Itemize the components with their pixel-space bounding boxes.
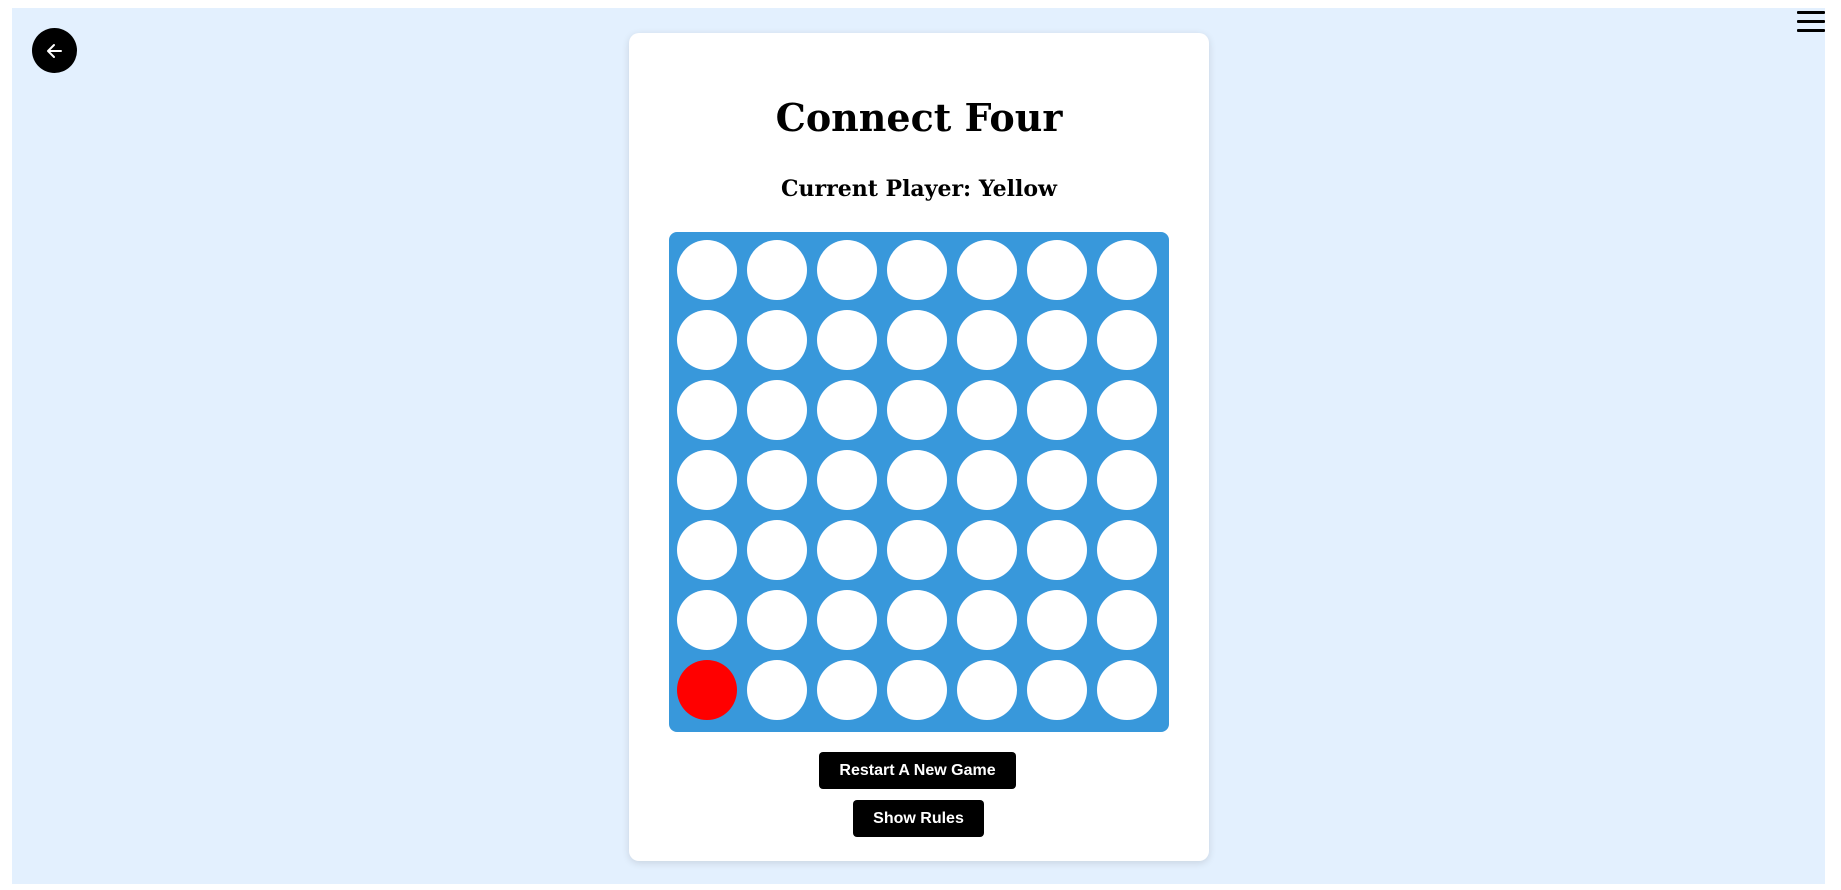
board-cell-r6-c1[interactable] xyxy=(677,590,737,650)
board-cell-r7-c2[interactable] xyxy=(747,660,807,720)
board-cell-r5-c6[interactable] xyxy=(1027,520,1087,580)
board-cell-r1-c1[interactable] xyxy=(677,240,737,300)
board-cell-r7-c5[interactable] xyxy=(957,660,1017,720)
board-cell-r5-c1[interactable] xyxy=(677,520,737,580)
board-cell-r2-c7[interactable] xyxy=(1097,310,1157,370)
board-cell-r5-c2[interactable] xyxy=(747,520,807,580)
current-player-status: Current Player: Yellow xyxy=(781,176,1057,202)
board-cell-r2-c2[interactable] xyxy=(747,310,807,370)
board-cell-r6-c4[interactable] xyxy=(887,590,947,650)
board-cell-r3-c3[interactable] xyxy=(817,380,877,440)
board-cell-r6-c2[interactable] xyxy=(747,590,807,650)
restart-game-button[interactable]: Restart A New Game xyxy=(819,752,1016,789)
board-cell-r3-c4[interactable] xyxy=(887,380,947,440)
board-cell-r4-c1[interactable] xyxy=(677,450,737,510)
board-cell-r6-c6[interactable] xyxy=(1027,590,1087,650)
board-cell-r4-c3[interactable] xyxy=(817,450,877,510)
page-title: Connect Four xyxy=(775,95,1063,140)
board-cell-r2-c6[interactable] xyxy=(1027,310,1087,370)
board-cell-r6-c3[interactable] xyxy=(817,590,877,650)
board-cell-r2-c5[interactable] xyxy=(957,310,1017,370)
board-cell-r1-c5[interactable] xyxy=(957,240,1017,300)
board-cell-r5-c3[interactable] xyxy=(817,520,877,580)
app-background: Connect Four Current Player: Yellow Rest… xyxy=(12,8,1825,884)
board-cell-r7-c6[interactable] xyxy=(1027,660,1087,720)
arrow-left-icon xyxy=(46,43,62,58)
back-button[interactable] xyxy=(32,28,77,73)
hamburger-menu-icon xyxy=(1797,28,1825,32)
menu-button[interactable] xyxy=(1797,8,1827,34)
board-cell-r4-c6[interactable] xyxy=(1027,450,1087,510)
board-cell-r3-c6[interactable] xyxy=(1027,380,1087,440)
hamburger-menu-icon xyxy=(1797,10,1825,14)
board-cell-r7-c4[interactable] xyxy=(887,660,947,720)
board-cell-r2-c3[interactable] xyxy=(817,310,877,370)
board-cell-r3-c5[interactable] xyxy=(957,380,1017,440)
board-cell-r1-c6[interactable] xyxy=(1027,240,1087,300)
hamburger-menu-icon xyxy=(1797,19,1825,23)
board-cell-r1-c3[interactable] xyxy=(817,240,877,300)
board-cell-r4-c4[interactable] xyxy=(887,450,947,510)
board-cell-r5-c5[interactable] xyxy=(957,520,1017,580)
board-cell-r6-c5[interactable] xyxy=(957,590,1017,650)
board-cell-r4-c5[interactable] xyxy=(957,450,1017,510)
board-cell-r7-c1[interactable] xyxy=(677,660,737,720)
board-cell-r1-c4[interactable] xyxy=(887,240,947,300)
board-cell-r5-c4[interactable] xyxy=(887,520,947,580)
board-cell-r3-c1[interactable] xyxy=(677,380,737,440)
game-board xyxy=(669,232,1169,732)
board-cell-r4-c2[interactable] xyxy=(747,450,807,510)
board-cell-r3-c7[interactable] xyxy=(1097,380,1157,440)
board-cell-r5-c7[interactable] xyxy=(1097,520,1157,580)
board-cell-r7-c3[interactable] xyxy=(817,660,877,720)
board-cell-r6-c7[interactable] xyxy=(1097,590,1157,650)
board-cell-r7-c7[interactable] xyxy=(1097,660,1157,720)
board-cell-r1-c2[interactable] xyxy=(747,240,807,300)
board-cell-r1-c7[interactable] xyxy=(1097,240,1157,300)
board-cell-r3-c2[interactable] xyxy=(747,380,807,440)
game-card: Connect Four Current Player: Yellow Rest… xyxy=(629,33,1209,861)
board-cell-r2-c1[interactable] xyxy=(677,310,737,370)
board-cell-r4-c7[interactable] xyxy=(1097,450,1157,510)
show-rules-button[interactable]: Show Rules xyxy=(853,800,984,837)
board-cell-r2-c4[interactable] xyxy=(887,310,947,370)
